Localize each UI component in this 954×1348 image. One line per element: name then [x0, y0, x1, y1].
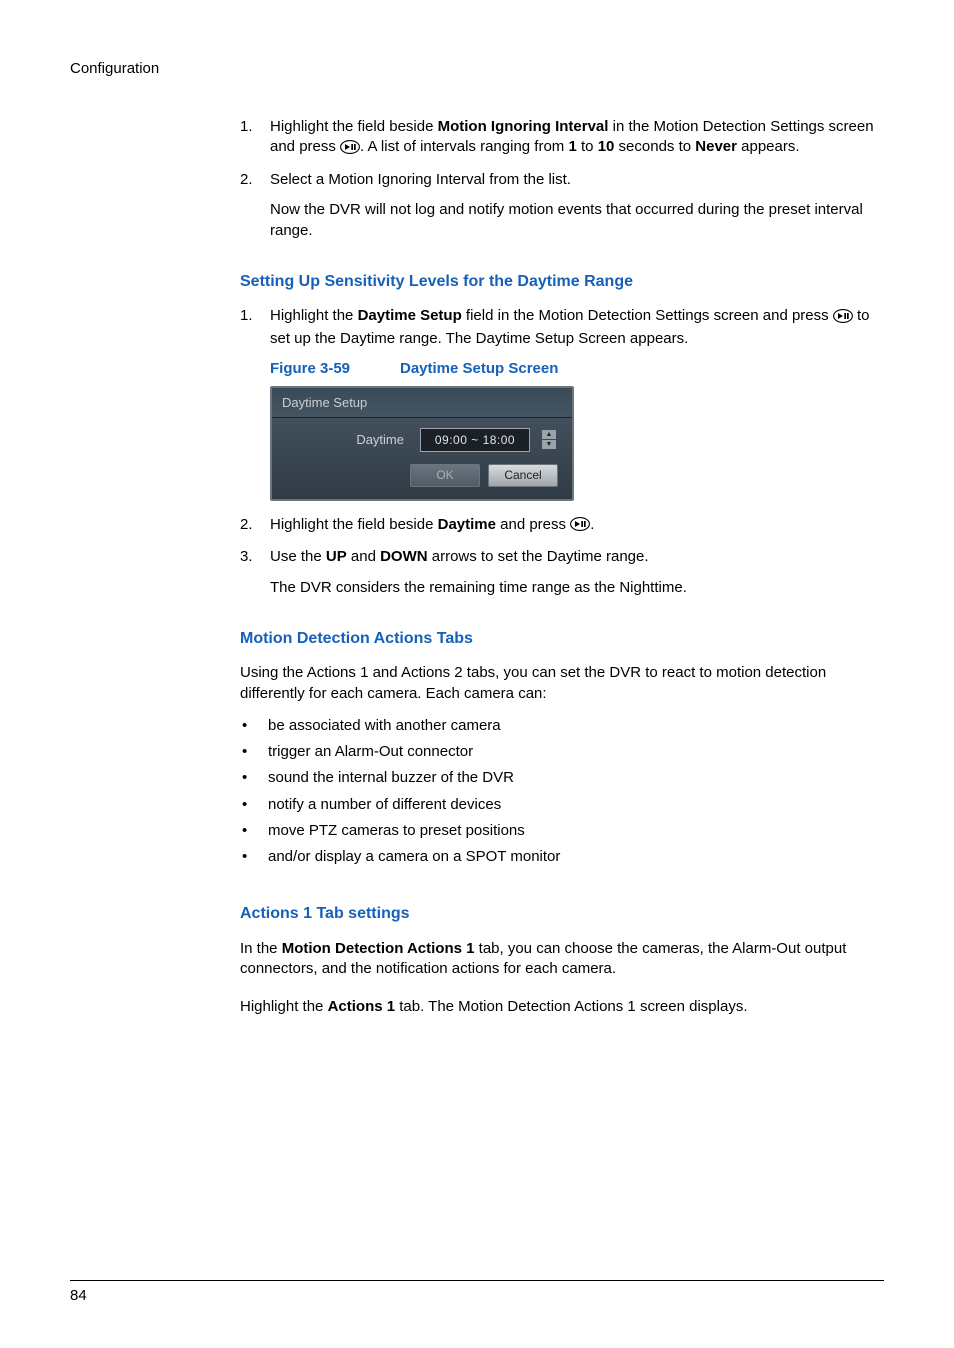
text: and [347, 548, 380, 565]
bullet-icon: • [240, 768, 268, 788]
step-number: 2. [240, 515, 270, 538]
actions1-p1: In the Motion Detection Actions 1 tab, y… [240, 939, 884, 980]
spinner-up-icon[interactable]: ▲ [542, 430, 556, 439]
bullet-icon: • [240, 821, 268, 841]
bold: 10 [598, 138, 615, 155]
step-number: 2. [240, 170, 270, 190]
step-1: 1. Highlight the field beside Motion Ign… [240, 117, 884, 160]
list-item-text: move PTZ cameras to preset positions [268, 821, 525, 841]
bold: Daytime [438, 516, 496, 533]
daytime-setup-panel-title: Daytime Setup [272, 388, 572, 419]
step-body: Select a Motion Ignoring Interval from t… [270, 170, 884, 190]
list-item: •and/or display a camera on a SPOT monit… [240, 847, 884, 867]
page-number: 84 [70, 1287, 87, 1304]
text: Highlight the field beside [270, 516, 438, 533]
bold: Motion Detection Actions 1 [282, 940, 475, 957]
bold: 1 [568, 138, 576, 155]
figure-caption: Figure 3-59Daytime Setup Screen [270, 359, 884, 379]
text: field in the Motion Detection Settings s… [462, 307, 833, 324]
bullet-icon: • [240, 716, 268, 736]
text: tab. The Motion Detection Actions 1 scre… [395, 998, 747, 1015]
step-body: Use the UP and DOWN arrows to set the Da… [270, 547, 884, 567]
time-spinner[interactable]: ▲ ▼ [542, 430, 556, 450]
sens-step-3: 3. Use the UP and DOWN arrows to set the… [240, 547, 884, 567]
bullet-icon: • [240, 742, 268, 762]
play-pause-icon [340, 140, 360, 160]
step-2-note: Now the DVR will not log and notify moti… [270, 200, 884, 241]
bold: Motion Ignoring Interval [438, 118, 609, 135]
page-header: Configuration [70, 60, 884, 77]
figure-title: Daytime Setup Screen [400, 360, 558, 377]
list-item: •trigger an Alarm-Out connector [240, 742, 884, 762]
list-item-text: notify a number of different devices [268, 795, 501, 815]
motion-intro: Using the Actions 1 and Actions 2 tabs, … [240, 663, 884, 704]
sens-step-1: 1. Highlight the Daytime Setup field in … [240, 306, 884, 349]
sens-step-3-note: The DVR considers the remaining time ran… [270, 578, 884, 598]
list-item-text: be associated with another camera [268, 716, 501, 736]
list-item-text: trigger an Alarm-Out connector [268, 742, 473, 762]
page-footer: 84 [70, 1280, 884, 1304]
daytime-label: Daytime [356, 431, 404, 449]
step-2: 2. Select a Motion Ignoring Interval fro… [240, 170, 884, 190]
text: Highlight the [240, 998, 328, 1015]
play-pause-icon [833, 309, 853, 329]
text: arrows to set the Daytime range. [428, 548, 649, 565]
list-item: •be associated with another camera [240, 716, 884, 736]
step-body: Highlight the field beside Daytime and p… [270, 515, 884, 538]
daytime-setup-panel: Daytime Setup Daytime 09:00 ~ 18:00 ▲ ▼ … [270, 386, 574, 501]
daytime-time-input[interactable]: 09:00 ~ 18:00 [420, 428, 530, 452]
step-number: 1. [240, 117, 270, 160]
ok-button[interactable]: OK [410, 464, 480, 486]
bold: Actions 1 [328, 998, 396, 1015]
cancel-button[interactable]: Cancel [488, 464, 558, 486]
section-title-motion: Motion Detection Actions Tabs [240, 628, 884, 650]
text: . A list of intervals ranging from [360, 138, 568, 155]
bullet-icon: • [240, 847, 268, 867]
text: Highlight the [270, 307, 358, 324]
text: . [590, 516, 594, 533]
bold: Daytime Setup [358, 307, 462, 324]
list-item-text: sound the internal buzzer of the DVR [268, 768, 514, 788]
text: seconds to [614, 138, 695, 155]
list-item: •move PTZ cameras to preset positions [240, 821, 884, 841]
list-item: •sound the internal buzzer of the DVR [240, 768, 884, 788]
step-number: 1. [240, 306, 270, 349]
text: In the [240, 940, 282, 957]
motion-bullets: •be associated with another camera •trig… [240, 716, 884, 868]
bullet-icon: • [240, 795, 268, 815]
text: appears. [737, 138, 800, 155]
actions1-p2: Highlight the Actions 1 tab. The Motion … [240, 997, 884, 1017]
text: Highlight the field beside [270, 118, 438, 135]
list-item: •notify a number of different devices [240, 795, 884, 815]
text: Use the [270, 548, 326, 565]
bold: UP [326, 548, 347, 565]
section-title-actions1: Actions 1 Tab settings [240, 903, 884, 925]
step-body: Highlight the field beside Motion Ignori… [270, 117, 884, 160]
step-body: Highlight the Daytime Setup field in the… [270, 306, 884, 349]
step-number: 3. [240, 547, 270, 567]
play-pause-icon [570, 517, 590, 537]
section-title-sensitivity: Setting Up Sensitivity Levels for the Da… [240, 271, 884, 293]
list-item-text: and/or display a camera on a SPOT monito… [268, 847, 560, 867]
text: to [577, 138, 598, 155]
spinner-down-icon[interactable]: ▼ [542, 440, 556, 449]
sens-step-2: 2. Highlight the field beside Daytime an… [240, 515, 884, 538]
text: and press [496, 516, 570, 533]
bold: DOWN [380, 548, 428, 565]
figure-number: Figure 3-59 [270, 359, 400, 379]
bold: Never [695, 138, 737, 155]
